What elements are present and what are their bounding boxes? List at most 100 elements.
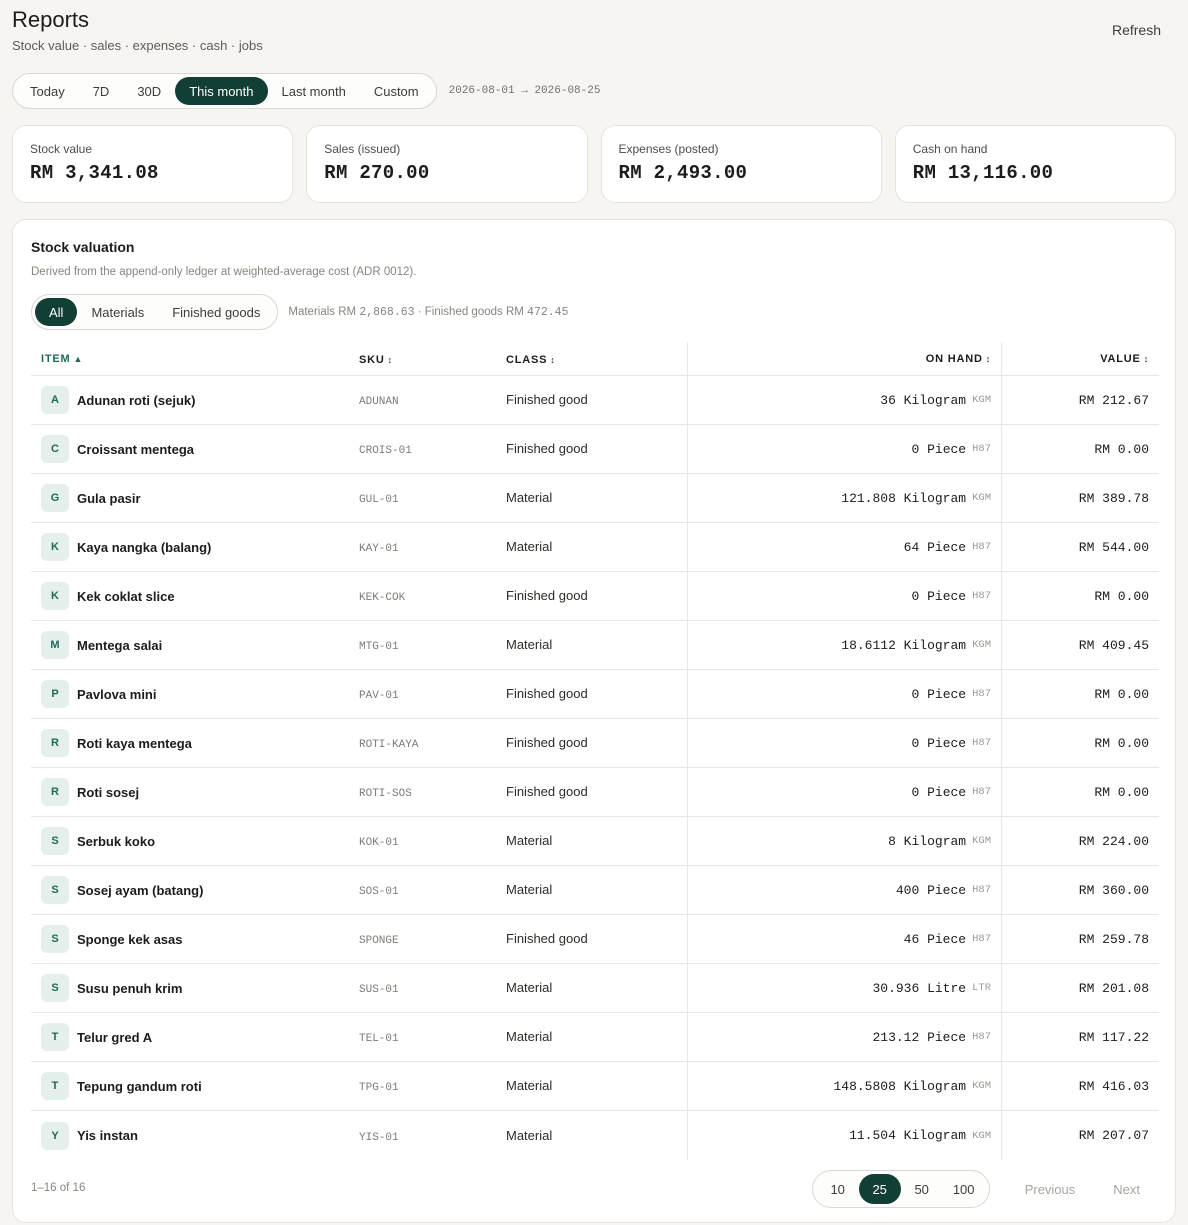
item-avatar: K: [41, 582, 69, 610]
stat-label: Cash on hand: [912, 142, 988, 156]
item-avatar: P: [41, 680, 69, 708]
stat-label: Stock value: [30, 142, 93, 156]
value-cell: RM 207.07: [1001, 1111, 1159, 1160]
pagination-info: 1–16 of 16: [31, 1182, 86, 1194]
item-class: Finished good: [506, 392, 588, 407]
value-cell: RM 0.00: [1001, 719, 1159, 767]
stock-table: ITEM ▲ SKU ↕ CLASS ↕ ON HAND ↕ VALUE ↕ A Aduna…: [31, 342, 1159, 1160]
table-row[interactable]: T Telur gred A TEL-01 Material 213.12 Piece H…: [31, 1013, 1159, 1062]
item-cell: Y Yis instan: [31, 1121, 359, 1150]
item-unit-code: H87: [972, 443, 991, 455]
range-option-this-month[interactable]: This month: [175, 77, 268, 105]
range-option-7d[interactable]: 7D: [79, 77, 124, 105]
panel-title: Stock valuation: [31, 239, 135, 255]
item-avatar: K: [41, 533, 69, 561]
column-header-sku[interactable]: SKU ↕: [359, 354, 393, 366]
item-quantity: 148.5808 Kilogram: [833, 1078, 967, 1094]
table-row[interactable]: M Mentega salai MTG-01 Material 18.6112 Kilo…: [31, 621, 1159, 670]
item-quantity: 0 Piece: [911, 441, 967, 457]
onhand-cell: 0 Piece H87: [687, 719, 1001, 767]
onhand-cell: 0 Piece H87: [687, 670, 1001, 718]
stat-card-cash-on-hand: Cash on hand RM 13,116.00: [894, 125, 1176, 203]
column-header-value[interactable]: VALUE ↕: [1100, 353, 1149, 365]
range-option-custom[interactable]: Custom: [360, 77, 433, 105]
table-row[interactable]: R Roti sosej ROTI-SOS Finished good 0 Piece H…: [31, 768, 1159, 817]
table-row[interactable]: P Pavlova mini PAV-01 Finished good 0 Piece H…: [31, 670, 1159, 719]
onhand-cell: 30.936 Litre LTR: [687, 964, 1001, 1012]
table-row[interactable]: S Serbuk koko KOK-01 Material 8 Kilogram KGM R…: [31, 817, 1159, 866]
item-name: Roti kaya mentega: [77, 735, 192, 751]
page-size-option-10[interactable]: 10: [817, 1174, 859, 1204]
value-cell: RM 0.00: [1001, 425, 1159, 473]
stat-value: RM 270.00: [324, 162, 430, 184]
table-row[interactable]: S Sosej ayam (batang) SOS-01 Material 400 Pi…: [31, 866, 1159, 915]
previous-page-button[interactable]: Previous: [1006, 1182, 1095, 1197]
table-row[interactable]: A Adunan roti (sejuk) ADUNAN Finished good 3…: [31, 376, 1159, 425]
class-filter: All Materials Finished goods: [31, 294, 279, 330]
table-row[interactable]: T Tepung gandum roti TPG-01 Material 148.580…: [31, 1062, 1159, 1111]
value-cell: RM 0.00: [1001, 768, 1159, 816]
date-range-row: Today 7D 30D This month Last month Custom 202…: [12, 73, 600, 109]
sku-cell: PAV-01: [359, 685, 506, 703]
item-sku: KOK-01: [359, 837, 399, 849]
stat-cards: Stock value RM 3,341.08 Sales (issued) RM 2…: [12, 125, 1176, 203]
sku-cell: SUS-01: [359, 979, 506, 997]
materials-summary-value: 2,868.63: [359, 305, 415, 319]
page-size-option-25[interactable]: 25: [858, 1174, 901, 1204]
page-size-selector: 10 25 50 100: [811, 1170, 990, 1208]
refresh-button[interactable]: Refresh: [1112, 22, 1161, 38]
class-cell: Material: [506, 881, 687, 899]
table-header: ITEM ▲ SKU ↕ CLASS ↕ ON HAND ↕ VALUE ↕: [31, 342, 1159, 376]
filter-option-materials[interactable]: Materials: [77, 298, 158, 326]
table-row[interactable]: C Croissant mentega CROIS-01 Finished good 0…: [31, 425, 1159, 474]
item-name: Kaya nangka (balang): [77, 539, 212, 555]
item-quantity: 0 Piece: [911, 735, 967, 751]
range-option-today[interactable]: Today: [16, 77, 79, 105]
value-cell: RM 389.78: [1001, 474, 1159, 522]
table-row[interactable]: Y Yis instan YIS-01 Material 11.504 Kilogram…: [31, 1111, 1159, 1160]
item-sku: SUS-01: [359, 984, 399, 996]
item-value: RM 0.00: [1094, 441, 1149, 457]
table-row[interactable]: G Gula pasir GUL-01 Material 121.808 Kilogra…: [31, 474, 1159, 523]
class-cell: Material: [506, 636, 687, 654]
item-unit-code: KGM: [972, 639, 991, 651]
column-header-class[interactable]: CLASS ↕: [506, 354, 556, 366]
sku-cell: KEK-COK: [359, 587, 506, 605]
item-quantity: 64 Piece: [903, 539, 967, 555]
onhand-cell: 8 Kilogram KGM: [687, 817, 1001, 865]
column-header-item[interactable]: ITEM ▲: [41, 353, 83, 365]
value-cell: RM 201.08: [1001, 964, 1159, 1012]
item-value: RM 224.00: [1078, 833, 1149, 849]
onhand-cell: 121.808 Kilogram KGM: [687, 474, 1001, 522]
column-header-onhand[interactable]: ON HAND ↕: [926, 353, 991, 365]
item-unit-code: KGM: [972, 1129, 991, 1142]
item-quantity: 0 Piece: [911, 588, 967, 604]
range-option-30d[interactable]: 30D: [123, 77, 175, 105]
table-row[interactable]: S Sponge kek asas SPONGE Finished good 46 Pi…: [31, 915, 1159, 964]
filter-option-all[interactable]: All: [35, 298, 78, 326]
table-row[interactable]: K Kaya nangka (balang) KAY-01 Material 64 Pi…: [31, 523, 1159, 572]
next-page-button[interactable]: Next: [1094, 1182, 1159, 1197]
value-cell: RM 224.00: [1001, 817, 1159, 865]
item-sku: ROTI-KAYA: [359, 739, 419, 751]
item-class: Material: [506, 882, 553, 897]
item-class: Finished good: [506, 931, 588, 946]
item-name: Mentega salai: [77, 637, 163, 653]
pagination: 10 25 50 100 Previous Next: [811, 1170, 1159, 1208]
value-cell: RM 259.78: [1001, 915, 1159, 963]
class-cell: Material: [506, 1077, 687, 1095]
page-size-option-100[interactable]: 100: [943, 1174, 985, 1204]
table-row[interactable]: R Roti kaya mentega ROTI-KAYA Finished good…: [31, 719, 1159, 768]
column-header-value-label: VALUE: [1100, 352, 1141, 365]
item-unit-code: KGM: [972, 1080, 991, 1092]
sku-cell: ROTI-SOS: [359, 783, 506, 801]
page-size-option-50[interactable]: 50: [901, 1174, 943, 1204]
table-row[interactable]: S Susu penuh krim SUS-01 Material 30.936 Lit…: [31, 964, 1159, 1013]
item-avatar: S: [41, 876, 69, 904]
class-cell: Finished good: [506, 440, 687, 458]
stat-card-expenses-posted: Expenses (posted) RM 2,493.00: [600, 125, 882, 203]
table-row[interactable]: K Kek coklat slice KEK-COK Finished good 0 P…: [31, 572, 1159, 621]
filter-option-finished-goods[interactable]: Finished goods: [158, 298, 274, 326]
item-value: RM 544.00: [1078, 539, 1149, 555]
range-option-last-month[interactable]: Last month: [268, 77, 360, 105]
